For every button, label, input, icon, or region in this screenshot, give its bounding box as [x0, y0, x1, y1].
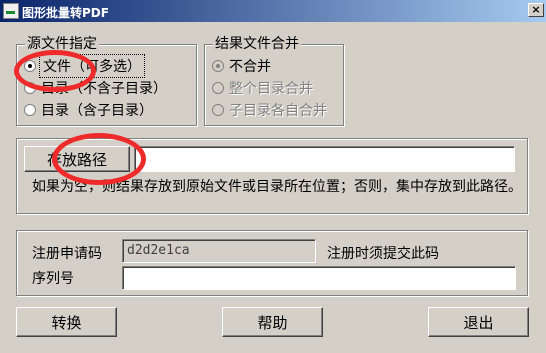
request-code-note: 注册时须提交此码 [327, 246, 439, 262]
merge-option-whole-dir[interactable]: 整个目录合并 [212, 78, 313, 98]
convert-button[interactable]: 转换 [16, 307, 117, 337]
request-code-field: d2d2e1ca [122, 239, 316, 263]
merge-option-label: 整个目录合并 [229, 81, 313, 97]
app-icon [3, 3, 19, 19]
request-code-label: 注册申请码 [32, 246, 102, 262]
radio-icon[interactable] [24, 104, 36, 116]
merge-option-label: 不合并 [229, 59, 271, 75]
close-button[interactable]: × [528, 3, 544, 17]
radio-icon[interactable] [212, 104, 224, 116]
merge-option-none[interactable]: 不合并 [212, 56, 271, 76]
annotation-ring-source [14, 50, 96, 92]
merge-option-subdirs[interactable]: 子目录各自合并 [212, 100, 327, 120]
serial-label: 序列号 [32, 271, 74, 287]
merge-option-label: 子目录各自合并 [229, 103, 327, 119]
merge-group-title: 结果文件合并 [213, 36, 301, 52]
window-title: 图形批量转PDF [22, 6, 109, 20]
radio-icon[interactable] [212, 82, 224, 94]
title-bar: 图形批量转PDF × [0, 0, 546, 22]
output-path-input[interactable] [134, 146, 515, 172]
annotation-ring-path [52, 133, 146, 185]
exit-button[interactable]: 退出 [428, 307, 529, 337]
source-option-dir-recursive[interactable]: 目录（含子目录） [24, 100, 153, 120]
help-button[interactable]: 帮助 [222, 307, 323, 337]
radio-icon[interactable] [212, 60, 224, 72]
source-option-label: 目录（含子目录） [41, 103, 153, 119]
serial-input[interactable] [122, 266, 516, 290]
